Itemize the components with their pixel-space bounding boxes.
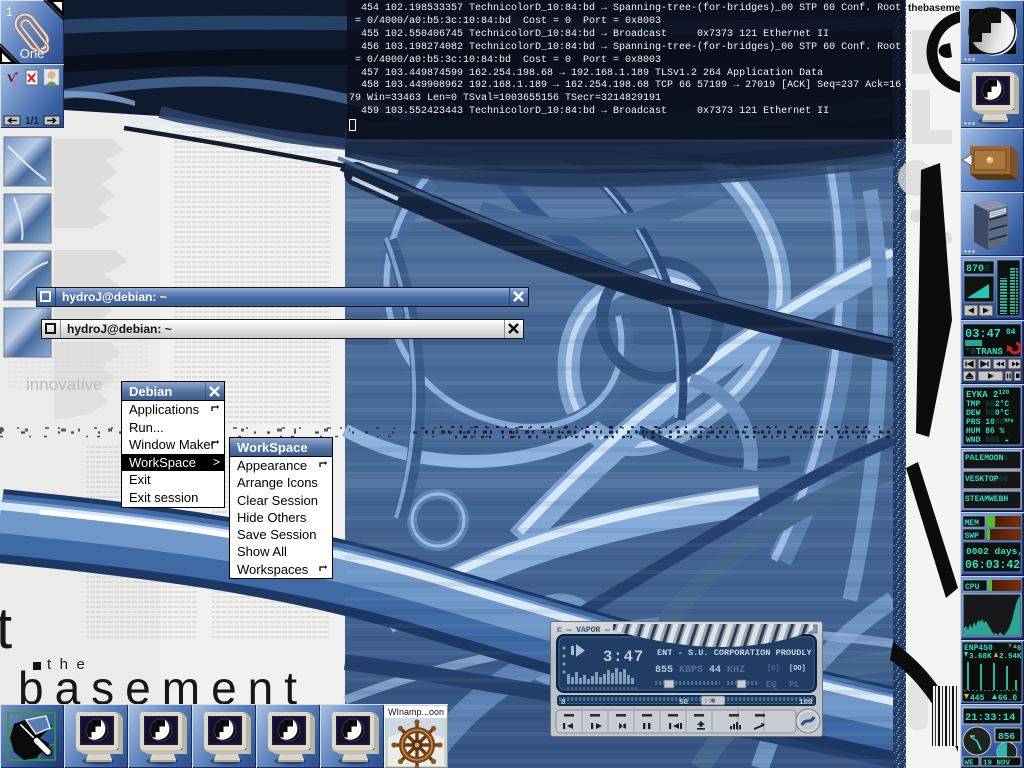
svg-text:21:33:14: 21:33:14 (965, 712, 1015, 724)
svg-text:PL: PL (789, 680, 800, 690)
svg-text:EQ: EQ (766, 680, 777, 690)
svg-text:SWP: SWP (965, 532, 980, 541)
svg-text:8708: 8708 (966, 264, 990, 275)
svg-text:t: t (0, 596, 12, 661)
svg-text:WE: WE (965, 760, 975, 768)
svg-text:19 NOV: 19 NOV (983, 760, 1011, 768)
svg-text:ENP4S0: ENP4S0 (964, 644, 993, 653)
svg-text:c: c (13, 75, 19, 89)
svg-text:04: 04 (1006, 328, 1016, 337)
svg-text:ENT - S.U. CORPORATION PROUDLY: ENT - S.U. CORPORATION PROUDLY (657, 648, 813, 658)
svg-text:STEAMWEBH: STEAMWEBH (965, 495, 1008, 504)
svg-text:50: 50 (679, 699, 689, 707)
svg-text:8: 8 (1017, 645, 1021, 653)
svg-text:856: 856 (998, 731, 1015, 742)
svg-text:0002 days,: 0002 days, (966, 546, 1023, 557)
svg-text:03:47: 03:47 (965, 327, 1001, 341)
svg-text:PALEMOON8: PALEMOON8 (965, 454, 1008, 463)
svg-text:MEM: MEM (965, 519, 980, 528)
svg-text:[OO]: [OO] (789, 665, 806, 673)
svg-text:100: 100 (799, 699, 813, 707)
svg-text:0: 0 (561, 699, 566, 707)
svg-text:2.54K: 2.54K (999, 653, 1022, 661)
svg-text:WND 888 ◒: WND 888 ◒ (966, 436, 1009, 445)
svg-text:⊏ — VAPOR —: ⊏ — VAPOR — (557, 626, 610, 635)
svg-text:HUM 86 %: HUM 86 % (966, 427, 1005, 436)
svg-text:DEW 880°C: DEW 880°C (966, 409, 1009, 418)
svg-text:06:03:42: 06:03:42 (965, 559, 1020, 572)
svg-text:TMP 882°C: TMP 882°C (966, 400, 1009, 409)
svg-text:One: One (20, 46, 45, 61)
svg-text:855 KBPS 44 KHZ: 855 KBPS 44 KHZ (655, 665, 745, 676)
svg-text:3:47: 3:47 (603, 648, 644, 666)
svg-text:[O]: [O] (767, 665, 780, 673)
svg-text:*8TRANS: *8TRANS (965, 347, 1003, 357)
svg-text:CPU: CPU (965, 583, 980, 592)
svg-text:66.0: 66.0 (998, 694, 1017, 703)
svg-text:innovative: innovative (26, 375, 103, 394)
svg-text:445: 445 (970, 694, 985, 703)
svg-text:3.68K: 3.68K (969, 653, 992, 661)
svg-text:1/1: 1/1 (25, 116, 39, 127)
svg-text:VESKTOP88: VESKTOP88 (965, 475, 1008, 484)
svg-text:1: 1 (6, 5, 13, 19)
